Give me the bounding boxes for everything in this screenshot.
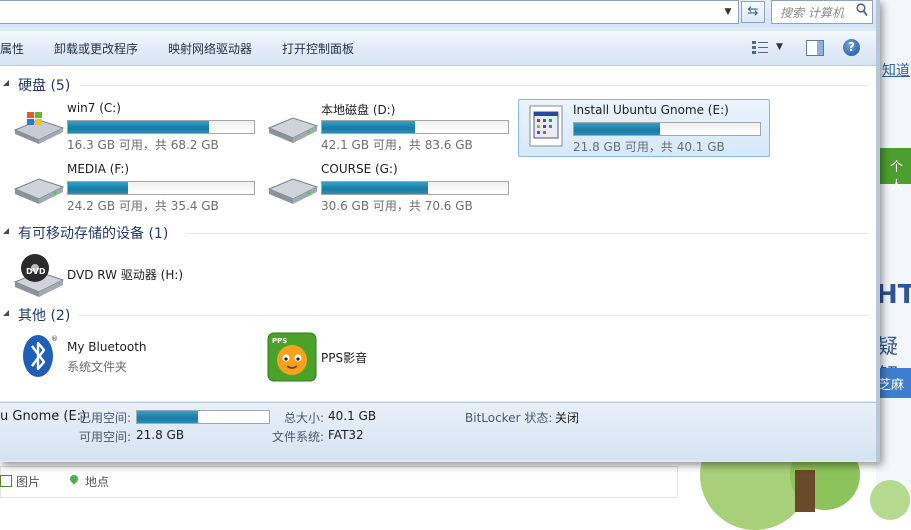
drive-usage-bar (67, 120, 255, 134)
details-total-label: 总大小: (284, 411, 325, 425)
group-title-other: 其他 (2) (18, 308, 71, 324)
details-fs-label: 文件系统: (272, 430, 325, 444)
drive-usage-fill (574, 123, 660, 135)
drive-usage-bar (321, 181, 509, 195)
pps-icon: PPS (267, 332, 317, 382)
collapse-arrow-icon[interactable] (3, 80, 9, 86)
drive-name: Install Ubuntu Gnome (E:) (573, 103, 729, 117)
drive-name: MEDIA (F:) (67, 162, 130, 176)
details-usage-bar (136, 410, 270, 424)
pps-tile[interactable]: PPS PPS影音 (267, 330, 517, 382)
view-options-dropdown-icon[interactable]: ▼ (776, 42, 783, 52)
refresh-button[interactable]: ⇆ (741, 1, 765, 23)
details-pane: u Gnome (E:) 已用空间: 可用空间: 21.8 GB 总大小: 40… (0, 402, 876, 461)
background-green-button-label: 个人 (890, 160, 904, 194)
drive-free-space: 42.1 GB 可用，共 83.6 GB (321, 138, 473, 152)
address-bar[interactable]: ▼ (0, 0, 739, 24)
drive-free-space: 16.3 GB 可用，共 68.2 GB (67, 138, 219, 152)
dvd-drive-icon: DVD (13, 254, 65, 297)
svg-text:PPS: PPS (272, 337, 287, 345)
windows-drive-icon (13, 112, 65, 144)
drive-usage-fill (322, 121, 415, 133)
preview-pane-icon[interactable] (806, 40, 824, 56)
background-blue-button-label: 芝麻 (878, 378, 905, 393)
toolbar-uninstall-button[interactable]: 卸载或更改程序 (54, 40, 138, 57)
drive-tile-g[interactable]: COURSE (G:) 30.6 GB 可用，共 70.6 GB (267, 159, 517, 215)
pps-name: PPS影音 (321, 351, 368, 365)
bluetooth-tile[interactable]: ® My Bluetooth 系统文件夹 (13, 330, 263, 382)
drive-usage-bar (321, 120, 509, 134)
address-dropdown-arrow-icon[interactable]: ▼ (721, 3, 735, 21)
drive-free-space: 30.6 GB 可用，共 70.6 GB (321, 199, 473, 213)
command-toolbar: 属性 卸载或更改程序 映射网络驱动器 打开控制面板 (0, 31, 876, 66)
details-free-value: 21.8 GB (136, 428, 185, 442)
svg-text:®: ® (51, 335, 58, 343)
drive-usage-bar (573, 122, 761, 136)
group-title-removable: 有可移动存储的设备 (1) (18, 226, 169, 242)
hard-drive-icon (267, 178, 319, 204)
bluetooth-type: 系统文件夹 (67, 360, 128, 374)
help-icon[interactable]: ? (843, 39, 860, 56)
hard-drive-icon (267, 117, 319, 143)
svg-text:DVD: DVD (26, 267, 46, 276)
picture-icon (0, 475, 12, 487)
drive-name: win7 (C:) (67, 101, 121, 115)
drive-usage-fill (68, 182, 128, 194)
dvd-drive-name: DVD RW 驱动器 (H:) (67, 268, 184, 282)
dvd-drive-tile[interactable]: DVD DVD RW 驱动器 (H:) (13, 246, 263, 300)
drive-free-space: 21.8 GB 可用，共 40.1 GB (573, 140, 725, 154)
details-fs-value: FAT32 (328, 428, 364, 442)
background-tab-places[interactable]: 地点 (85, 473, 109, 490)
drive-app-icon (529, 105, 563, 147)
drive-free-space: 24.2 GB 可用，共 35.4 GB (67, 199, 219, 213)
details-free-label: 可用空间: (79, 430, 132, 444)
change-view-icon[interactable] (752, 40, 770, 54)
collapse-arrow-icon[interactable] (3, 310, 9, 316)
group-divider (80, 85, 868, 86)
drive-usage-fill (68, 121, 210, 133)
details-usage-fill (137, 411, 198, 423)
drive-tile-c[interactable]: win7 (C:) 16.3 GB 可用，共 68.2 GB (13, 98, 263, 154)
group-header-other[interactable]: 其他 (2) (0, 304, 870, 326)
bluetooth-name: My Bluetooth (67, 340, 147, 354)
drive-name: 本地磁盘 (D:) (321, 103, 396, 117)
window-right-border (876, 0, 880, 462)
details-used-label: 已用空间: (79, 411, 132, 425)
details-total-value: 40.1 GB (328, 409, 377, 423)
hard-drive-icon (13, 178, 65, 204)
tree-illustration-3 (870, 480, 910, 520)
search-icon[interactable] (856, 3, 868, 17)
group-title-hard-disks: 硬盘 (5) (18, 78, 71, 94)
group-divider (78, 315, 868, 316)
search-placeholder: 搜索 计算机 (780, 6, 844, 20)
drive-tile-e[interactable]: Install Ubuntu Gnome (E:) 21.8 GB 可用，共 4… (518, 99, 770, 157)
drive-tile-d[interactable]: 本地磁盘 (D:) 42.1 GB 可用，共 83.6 GB (267, 98, 517, 154)
group-header-removable[interactable]: 有可移动存储的设备 (1) (0, 222, 870, 244)
address-strip: ▼ ⇆ 搜索 计算机 (0, 0, 880, 27)
details-drive-title: u Gnome (E:) (0, 409, 87, 424)
toolbar-properties-button[interactable]: 属性 (0, 40, 24, 57)
group-header-hard-disks[interactable]: 硬盘 (5) (0, 74, 870, 96)
drive-tile-f[interactable]: MEDIA (F:) 24.2 GB 可用，共 35.4 GB (13, 159, 263, 215)
drive-name: COURSE (G:) (321, 162, 398, 176)
explorer-window: ▼ ⇆ 搜索 计算机 属性 卸载或更改程序 映射网络驱动器 打开控制面板 ▼ ?… (0, 0, 880, 462)
toolbar-map-network-drive-button[interactable]: 映射网络驱动器 (168, 40, 252, 57)
drive-usage-fill (322, 182, 429, 194)
background-link[interactable]: 知道 (882, 60, 910, 80)
background-heading: HT (876, 280, 911, 310)
toolbar-open-control-panel-button[interactable]: 打开控制面板 (282, 40, 354, 57)
details-bitlocker-label: BitLocker 状态: (465, 411, 553, 425)
group-divider (186, 233, 868, 234)
details-bitlocker-value: 关闭 (555, 411, 580, 425)
explorer-content: 硬盘 (5) win7 (C:) 16.3 GB 可用，共 68.2 GB 本地… (0, 66, 876, 401)
bluetooth-icon: ® (23, 335, 58, 377)
collapse-arrow-icon[interactable] (3, 228, 9, 234)
tree-trunk (795, 470, 815, 512)
drive-usage-bar (67, 181, 255, 195)
refresh-icon: ⇆ (747, 4, 759, 19)
search-input[interactable]: 搜索 计算机 (771, 0, 873, 24)
background-tab-pictures[interactable]: 图片 (16, 473, 40, 490)
